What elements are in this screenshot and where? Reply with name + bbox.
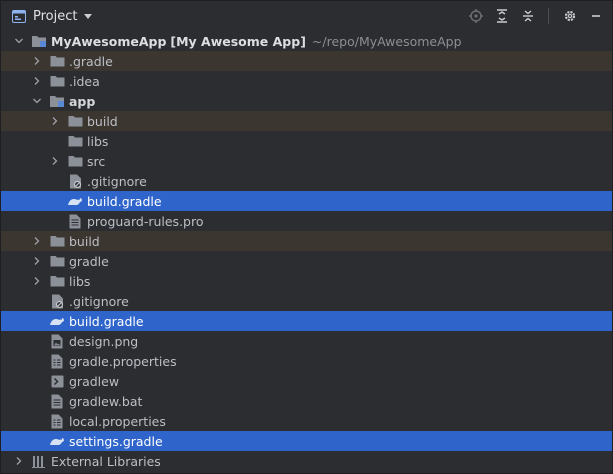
ignore-file-icon bbox=[67, 173, 83, 189]
folder-icon bbox=[49, 233, 65, 249]
tree-root-myawesomeapp[interactable]: MyAwesomeApp [My Awesome App] ~/repo/MyA… bbox=[1, 31, 612, 51]
project-tree: MyAwesomeApp [My Awesome App] ~/repo/MyA… bbox=[1, 31, 612, 471]
image-file-icon bbox=[49, 333, 65, 349]
tree-item-local-properties[interactable]: local.properties bbox=[1, 411, 612, 431]
tree-item-design-png[interactable]: design.png bbox=[1, 331, 612, 351]
chevron-right-icon[interactable] bbox=[31, 275, 43, 287]
module-folder-icon bbox=[49, 93, 65, 109]
tree-item-label: External Libraries bbox=[51, 453, 161, 469]
library-icon bbox=[31, 453, 47, 469]
tree-item-gradlew[interactable]: gradlew bbox=[1, 371, 612, 391]
text-file-icon bbox=[67, 213, 83, 229]
tree-item-dot-idea[interactable]: .idea bbox=[1, 71, 612, 91]
ignore-file-icon bbox=[49, 293, 65, 309]
chevron-right-icon[interactable] bbox=[31, 75, 43, 87]
gradle-icon bbox=[49, 313, 65, 329]
tree-item-libs[interactable]: libs bbox=[1, 271, 612, 291]
tree-item-label: design.png bbox=[69, 333, 139, 349]
root-name: MyAwesomeApp bbox=[51, 33, 167, 49]
project-tool-window: Project MyAwesomeApp [My Awesome App] ~/… bbox=[0, 0, 613, 474]
tree-item-label: gradle bbox=[69, 253, 109, 269]
gear-icon[interactable] bbox=[561, 8, 578, 25]
shell-script-icon bbox=[49, 373, 65, 389]
folder-icon bbox=[49, 53, 65, 69]
chevron-right-icon[interactable] bbox=[31, 55, 43, 67]
tree-item-label: build.gradle bbox=[69, 313, 144, 329]
folder-icon bbox=[67, 113, 83, 129]
root-module-name: [My Awesome App] bbox=[170, 33, 306, 49]
tree-item-label: settings.gradle bbox=[69, 433, 163, 449]
folder-icon bbox=[49, 273, 65, 289]
folder-icon bbox=[67, 133, 83, 149]
folder-icon bbox=[49, 253, 65, 269]
tree-item-gitignore[interactable]: .gitignore bbox=[1, 291, 612, 311]
tree-item-gradle-properties[interactable]: gradle.properties bbox=[1, 351, 612, 371]
module-folder-icon bbox=[31, 33, 47, 49]
locate-file-icon[interactable] bbox=[467, 8, 484, 25]
chevron-expanded-icon[interactable] bbox=[31, 95, 43, 107]
tree-item-label: local.properties bbox=[69, 413, 166, 429]
tree-item-proguard-rules[interactable]: proguard-rules.pro bbox=[1, 211, 612, 231]
tree-item-label: gradlew bbox=[69, 373, 120, 389]
root-path: ~/repo/MyAwesomeApp bbox=[311, 33, 462, 49]
minimize-icon[interactable] bbox=[587, 8, 604, 25]
chevron-expanded-icon[interactable] bbox=[13, 35, 25, 47]
tree-item-dot-gradle[interactable]: .gradle bbox=[1, 51, 612, 71]
chevron-right-icon[interactable] bbox=[31, 235, 43, 247]
tree-item-label: .gradle bbox=[69, 53, 113, 69]
chevron-right-icon[interactable] bbox=[31, 255, 43, 267]
tree-item-label: app bbox=[69, 93, 96, 109]
tree-item-label: proguard-rules.pro bbox=[87, 213, 204, 229]
tree-item-label: build bbox=[69, 233, 100, 249]
tree-item-label: build bbox=[87, 113, 118, 129]
view-selector[interactable]: Project bbox=[11, 8, 93, 24]
text-file-icon bbox=[49, 393, 65, 409]
tree-item-app-build-gradle[interactable]: build.gradle bbox=[1, 191, 612, 211]
properties-file-icon bbox=[49, 413, 65, 429]
tree-item-label: .gitignore bbox=[87, 173, 147, 189]
tree-item-app-src[interactable]: src bbox=[1, 151, 612, 171]
folder-icon bbox=[49, 73, 65, 89]
tree-item-build-gradle[interactable]: build.gradle bbox=[1, 311, 612, 331]
tree-item-app[interactable]: app bbox=[1, 91, 612, 111]
gradle-icon bbox=[49, 433, 65, 449]
project-view-icon bbox=[11, 8, 27, 24]
tree-item-label: build.gradle bbox=[87, 193, 162, 209]
collapse-all-icon[interactable] bbox=[519, 8, 536, 25]
expand-all-icon[interactable] bbox=[493, 8, 510, 25]
chevron-down-icon bbox=[84, 13, 93, 19]
tree-item-label: libs bbox=[69, 273, 91, 289]
chevron-right-icon[interactable] bbox=[49, 155, 61, 167]
chevron-right-icon[interactable] bbox=[49, 115, 61, 127]
tree-item-gradlew-bat[interactable]: gradlew.bat bbox=[1, 391, 612, 411]
folder-icon bbox=[67, 153, 83, 169]
tree-item-gradle[interactable]: gradle bbox=[1, 251, 612, 271]
tree-item-settings-gradle[interactable]: settings.gradle bbox=[1, 431, 612, 451]
project-header: Project bbox=[1, 1, 612, 31]
tree-item-label: libs bbox=[87, 133, 109, 149]
tree-item-app-libs[interactable]: libs bbox=[1, 131, 612, 151]
toolbar-separator bbox=[548, 8, 549, 24]
tree-item-external-libraries[interactable]: External Libraries bbox=[1, 451, 612, 471]
properties-file-icon bbox=[49, 353, 65, 369]
tree-item-label: .idea bbox=[69, 73, 100, 89]
tree-item-label: gradlew.bat bbox=[69, 393, 143, 409]
gradle-icon bbox=[67, 193, 83, 209]
tree-item-app-gitignore[interactable]: .gitignore bbox=[1, 171, 612, 191]
tree-item-label: gradle.properties bbox=[69, 353, 177, 369]
view-title: Project bbox=[33, 8, 78, 24]
tree-item-app-build[interactable]: build bbox=[1, 111, 612, 131]
tree-item-label: .gitignore bbox=[69, 293, 129, 309]
chevron-right-icon[interactable] bbox=[13, 455, 25, 467]
tree-item-build[interactable]: build bbox=[1, 231, 612, 251]
tree-item-label: src bbox=[87, 153, 106, 169]
